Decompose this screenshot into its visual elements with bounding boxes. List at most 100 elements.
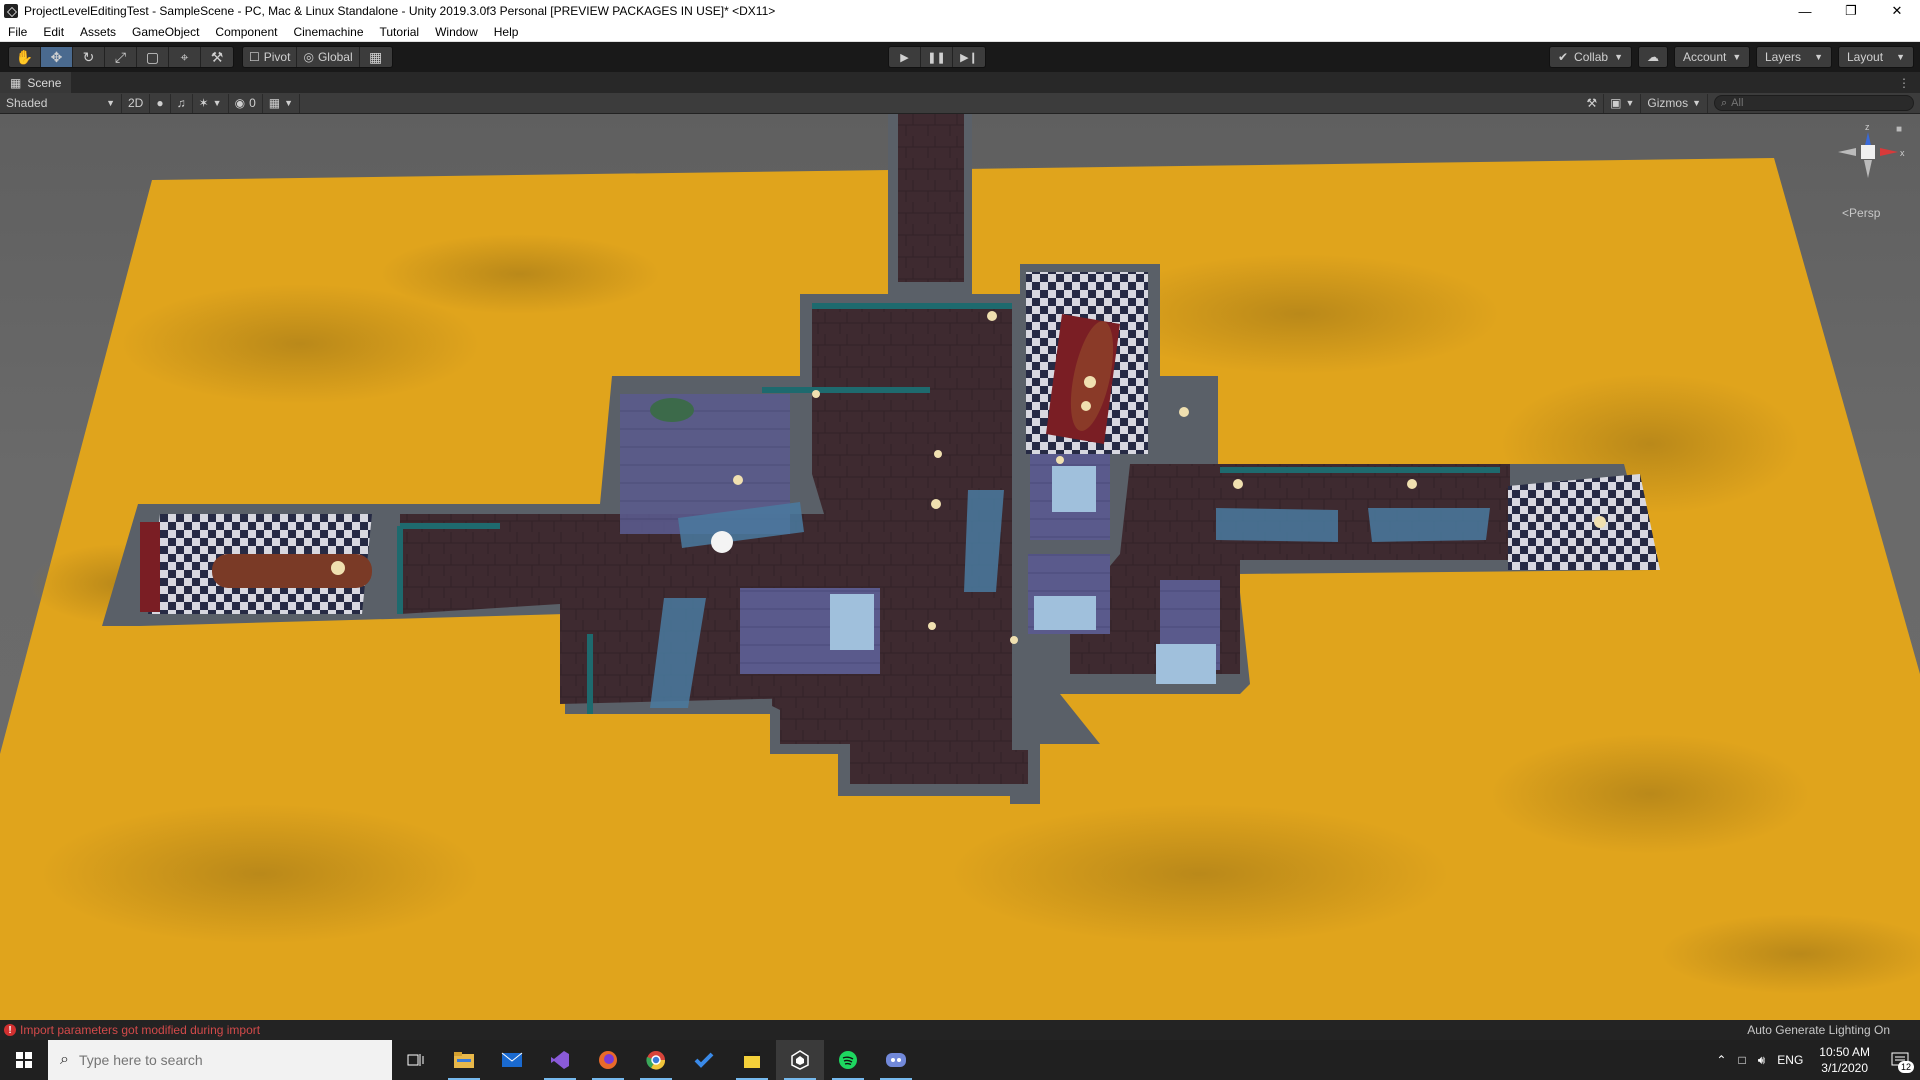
error-status[interactable]: ! Import parameters got modified during … <box>0 1023 260 1037</box>
unity-icon[interactable] <box>776 1040 824 1080</box>
clock-time: 10:50 AM <box>1819 1045 1870 1059</box>
shading-mode-label: Shaded <box>6 96 48 110</box>
scene-controls-right: ⚒ ▣ ▼ Gizmos ▼ ⌕ <box>1580 93 1920 113</box>
menu-edit[interactable]: Edit <box>35 22 72 42</box>
caret-down-icon: ▼ <box>1625 98 1635 108</box>
scale-tool-icon[interactable]: ⤢ <box>105 47 137 67</box>
minimize-icon[interactable]: — <box>1782 0 1828 22</box>
eye-slash-icon: ◉ <box>234 96 246 110</box>
audio-toggle[interactable]: ♫ <box>171 93 193 113</box>
window-controls: — ❐ ✕ <box>1782 0 1920 22</box>
search-icon: ⌕ <box>60 1051 69 1068</box>
menu-tutorial[interactable]: Tutorial <box>372 22 428 42</box>
transform-tool-icon[interactable]: ⌖ <box>169 47 201 67</box>
lighting-status: Auto Generate Lighting On <box>1747 1023 1890 1037</box>
menu-cinemachine[interactable]: Cinemachine <box>285 22 371 42</box>
grid-snap-icon: ▦ <box>369 48 383 65</box>
pivot-icon: ☐ <box>249 50 260 64</box>
projection-label: Persp <box>1849 206 1881 220</box>
grid-icon: ▦ <box>268 96 281 110</box>
pause-icon[interactable]: ❚❚ <box>921 47 953 67</box>
menu-assets[interactable]: Assets <box>72 22 124 42</box>
mail-icon[interactable] <box>488 1040 536 1080</box>
2d-toggle[interactable]: 2D <box>122 93 151 113</box>
hidden-objects-toggle[interactable]: ◉ 0 <box>229 93 263 113</box>
scene-search-input[interactable] <box>1731 97 1902 109</box>
global-button[interactable]: ◎ Global <box>297 47 360 67</box>
tools-button[interactable]: ⚒ <box>1580 93 1605 113</box>
visual-studio-icon[interactable] <box>536 1040 584 1080</box>
level-render <box>0 114 1920 1020</box>
taskbar-search-input[interactable] <box>78 1052 359 1068</box>
caret-down-icon: ▼ <box>1896 52 1905 62</box>
layers-label: Layers <box>1765 50 1802 64</box>
pivot-label: Pivot <box>263 50 291 64</box>
pivot-button[interactable]: ☐ Pivot <box>243 47 298 67</box>
lighting-toggle[interactable]: ● <box>150 93 171 113</box>
play-icon[interactable]: ▶ <box>889 47 921 67</box>
window-title: ProjectLevelEditingTest - SampleScene - … <box>24 4 776 18</box>
volume-icon[interactable]: 🔊︎ <box>1752 1040 1772 1080</box>
menu-file[interactable]: File <box>0 22 35 42</box>
move-tool-icon[interactable]: ✥ <box>41 47 73 67</box>
scene-search-field[interactable]: ⌕ <box>1714 95 1914 111</box>
camera-gizmo-sphere[interactable] <box>711 531 733 553</box>
scene-grid-icon: ▦ <box>10 75 22 90</box>
step-icon[interactable]: ▶❙ <box>953 47 985 67</box>
shading-mode-dropdown[interactable]: Shaded ▼ <box>0 93 122 113</box>
collab-dropdown[interactable]: ✔ Collab ▼ <box>1548 46 1632 68</box>
hand-tool-icon[interactable]: ✋ <box>9 47 41 67</box>
chrome-icon[interactable] <box>632 1040 680 1080</box>
more-options-icon[interactable]: ⋮ <box>1898 76 1910 90</box>
chevron-up-icon[interactable]: ⌃ <box>1710 1040 1732 1080</box>
scene-viewport[interactable]: z x ■ <Persp <box>0 114 1920 1020</box>
language-indicator[interactable]: ENG <box>1771 1040 1809 1080</box>
collab-label: Collab <box>1574 50 1609 64</box>
cloud-button[interactable]: ☁ <box>1638 46 1668 68</box>
firefox-icon[interactable] <box>584 1040 632 1080</box>
layout-dropdown[interactable]: Layout ▼ <box>1838 46 1914 68</box>
effects-dropdown[interactable]: ✶ ▼ <box>193 93 229 113</box>
camera-dropdown[interactable]: ▣ ▼ <box>1604 93 1642 113</box>
gizmos-dropdown[interactable]: Gizmos ▼ <box>1641 93 1708 113</box>
restore-icon[interactable]: ❐ <box>1828 0 1874 22</box>
lock-icon[interactable]: ■ <box>1896 124 1902 135</box>
custom-tool-icon[interactable]: ⚒ <box>201 47 233 67</box>
search-icon: ⌕ <box>1721 96 1728 109</box>
clock[interactable]: 10:50 AM 3/1/2020 <box>1809 1044 1880 1076</box>
account-dropdown[interactable]: Account ▼ <box>1674 46 1750 68</box>
effects-icon: ✶ <box>198 96 209 110</box>
task-view-icon[interactable] <box>392 1040 440 1080</box>
projection-toggle[interactable]: <Persp <box>1842 206 1880 220</box>
discord-icon[interactable] <box>872 1040 920 1080</box>
todo-icon[interactable] <box>680 1040 728 1080</box>
layers-dropdown[interactable]: Layers ▼ <box>1756 46 1832 68</box>
windows-start-icon[interactable] <box>0 1040 48 1080</box>
menu-help[interactable]: Help <box>486 22 527 42</box>
cloud-icon: ☁ <box>1647 50 1659 64</box>
system-tray: ⌃ □ 🔊︎ ENG 10:50 AM 3/1/2020 12 <box>1710 1040 1920 1080</box>
menu-window[interactable]: Window <box>427 22 486 42</box>
play-controls: ▶ ❚❚ ▶❙ <box>888 46 986 68</box>
transform-tools: ✋ ✥ ↻ ⤢ ▢ ⌖ ⚒ <box>8 46 234 68</box>
grid-snap-button[interactable]: ▦ <box>360 47 392 67</box>
menu-gameobject[interactable]: GameObject <box>124 22 207 42</box>
rect-tool-icon[interactable]: ▢ <box>137 47 169 67</box>
grid-dropdown[interactable]: ▦ ▼ <box>263 93 301 113</box>
taskbar-search-box[interactable]: ⌕ <box>48 1040 392 1080</box>
network-icon[interactable]: □ <box>1732 1040 1751 1080</box>
sticky-notes-icon[interactable] <box>728 1040 776 1080</box>
caret-down-icon: ▼ <box>1814 52 1823 62</box>
rotate-tool-icon[interactable]: ↻ <box>73 47 105 67</box>
scene-controls-bar: Shaded ▼ 2D ● ♫ ✶ ▼ ◉ 0 ▦ ▼ ⚒ ▣ ▼ Gizmos ▼ ⌕ <box>0 93 1920 114</box>
tab-scene-label: Scene <box>27 75 62 90</box>
tab-scene[interactable]: ▦ Scene <box>0 72 72 93</box>
gizmo-z-label: z <box>1865 122 1870 132</box>
spotify-icon[interactable] <box>824 1040 872 1080</box>
notification-count: 12 <box>1897 1061 1914 1073</box>
file-explorer-icon[interactable] <box>440 1040 488 1080</box>
notifications-icon[interactable]: 12 <box>1880 1040 1920 1080</box>
close-icon[interactable]: ✕ <box>1874 0 1920 22</box>
caret-down-icon: ▼ <box>1614 52 1623 62</box>
menu-component[interactable]: Component <box>207 22 285 42</box>
